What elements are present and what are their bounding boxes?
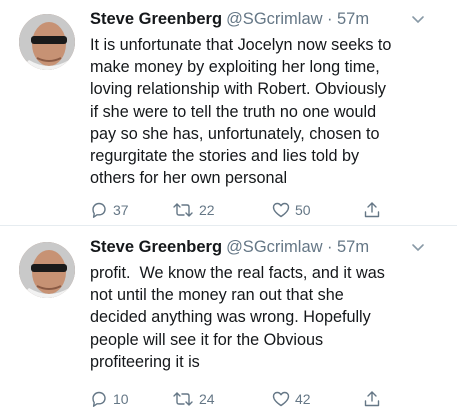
avatar-image (19, 14, 75, 70)
share-button[interactable] (363, 201, 386, 219)
reply-count: 10 (113, 391, 129, 407)
retweet-icon (173, 203, 193, 217)
author-handle[interactable]: @SGcrimlaw (226, 10, 323, 28)
tweet-actions: 37 22 50 (90, 201, 430, 221)
like-count: 50 (295, 202, 311, 218)
tweet-header: Steve Greenberg @SGcrimlaw · 57m (90, 10, 447, 34)
tweet-divider (0, 225, 457, 226)
author-name[interactable]: Steve Greenberg (90, 238, 222, 256)
tweet-text: profit. We know the real facts, and it w… (90, 264, 385, 371)
tweet-actions: 10 24 42 (90, 390, 430, 410)
like-button[interactable]: 50 (272, 201, 311, 219)
chevron-down-icon[interactable] (411, 241, 425, 255)
tweet[interactable]: Steve Greenberg @SGcrimlaw · 57m profit. … (0, 228, 457, 420)
retweet-count: 22 (199, 202, 215, 218)
reply-icon (92, 391, 106, 407)
retweet-button[interactable]: 22 (172, 201, 215, 219)
timestamp[interactable]: 57m (337, 10, 369, 28)
share-icon (364, 391, 380, 407)
share-button[interactable] (363, 390, 386, 408)
avatar[interactable] (19, 14, 75, 70)
share-icon (364, 202, 380, 218)
reply-icon (92, 202, 106, 218)
author-handle[interactable]: @SGcrimlaw (226, 238, 323, 256)
separator: · (327, 10, 333, 28)
tweet-text: It is unfortunate that Jocelyn now seeks… (90, 36, 392, 188)
tweet-header: Steve Greenberg @SGcrimlaw · 57m (90, 238, 447, 262)
author-name[interactable]: Steve Greenberg (90, 10, 222, 28)
heart-icon (272, 202, 290, 218)
retweet-count: 24 (199, 391, 215, 407)
separator: · (327, 238, 333, 256)
chevron-down-icon[interactable] (411, 13, 425, 27)
reply-button[interactable]: 10 (90, 390, 129, 408)
tweet[interactable]: Steve Greenberg @SGcrimlaw · 57m It is un… (0, 0, 457, 224)
like-count: 42 (295, 391, 311, 407)
heart-icon (272, 391, 290, 407)
timestamp[interactable]: 57m (337, 238, 369, 256)
reply-button[interactable]: 37 (90, 201, 129, 219)
retweet-button[interactable]: 24 (172, 390, 215, 408)
retweet-icon (173, 392, 193, 406)
reply-count: 37 (113, 202, 129, 218)
avatar[interactable] (19, 242, 75, 298)
avatar-image (19, 242, 75, 298)
like-button[interactable]: 42 (272, 390, 311, 408)
